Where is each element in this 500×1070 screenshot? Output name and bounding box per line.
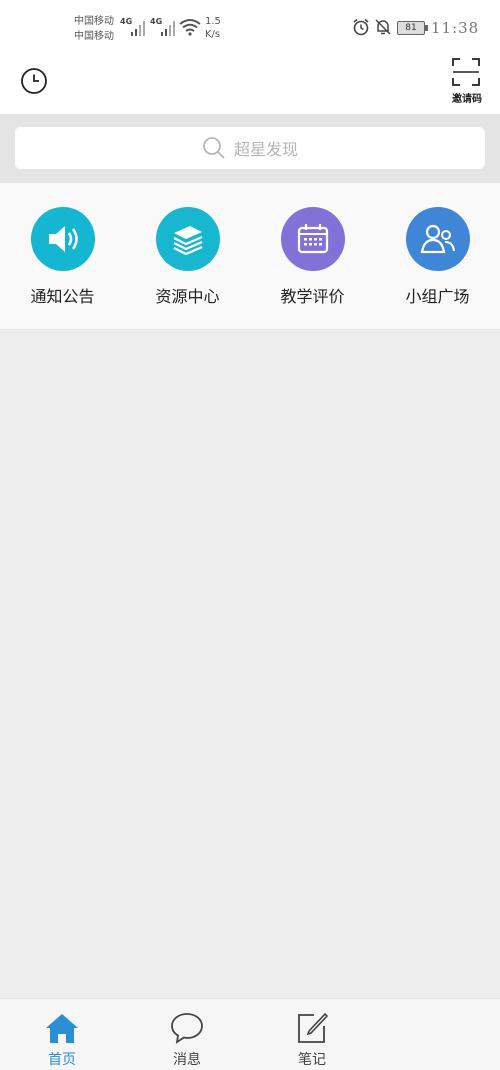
search-placeholder: 超星发现 xyxy=(233,140,298,159)
tab-messages[interactable]: 消息 xyxy=(147,999,227,1070)
grid-label-group: 小组广场 xyxy=(405,287,470,306)
tab-label-messages: 消息 xyxy=(173,1052,201,1068)
speed-value: 1.5 xyxy=(205,16,221,27)
signal-bars-icon xyxy=(131,21,145,36)
notice-icon-circle xyxy=(30,207,95,271)
speaker-icon xyxy=(48,226,78,252)
search-section: 超星发现 xyxy=(0,114,500,182)
tab-home[interactable]: 首页 xyxy=(22,999,102,1070)
calendar-icon xyxy=(297,224,328,254)
alarm-clock-icon xyxy=(353,18,369,36)
speed-unit: K/s xyxy=(205,29,221,40)
group-icon xyxy=(420,224,455,254)
grid-label-resources: 资源中心 xyxy=(155,287,220,306)
tab-label-notes: 笔记 xyxy=(298,1052,326,1068)
tab-label-home: 首页 xyxy=(48,1052,76,1068)
carrier-names: 中国移动 中国移动 xyxy=(74,14,114,44)
app-header: 邀请码 xyxy=(0,50,500,114)
clock-icon[interactable] xyxy=(20,67,48,95)
home-icon xyxy=(46,1014,78,1043)
resources-icon-circle xyxy=(155,207,220,271)
scan-icon[interactable] xyxy=(452,58,480,86)
evaluation-icon-circle xyxy=(280,207,345,271)
grid-label-evaluation: 教学评价 xyxy=(280,287,345,306)
carrier-2: 中国移动 xyxy=(74,31,114,42)
grid-label-notice: 通知公告 xyxy=(30,287,95,306)
grid-item-resources[interactable]: 资源中心 xyxy=(125,183,250,329)
search-icon xyxy=(203,137,225,159)
chat-bubble-icon xyxy=(171,1013,203,1044)
battery-indicator: 81 xyxy=(397,21,428,35)
bottom-tab-bar: 首页 消息 笔记 xyxy=(0,998,500,1070)
edit-note-icon xyxy=(298,1012,329,1043)
grid-item-group[interactable]: 小组广场 xyxy=(375,183,500,329)
invite-code-label[interactable]: 邀请码 xyxy=(448,90,486,105)
status-bar: 中国移动 中国移动 4G 4G 1.5 K/s 81 11:38 xyxy=(0,0,500,50)
group-icon-circle xyxy=(405,207,470,271)
grid-item-notice[interactable]: 通知公告 xyxy=(0,183,125,329)
tab-notes[interactable]: 笔记 xyxy=(272,999,352,1070)
status-time: 11:38 xyxy=(431,19,480,37)
books-icon xyxy=(173,226,202,256)
bell-muted-icon xyxy=(375,19,391,35)
carrier-1: 中国移动 xyxy=(74,16,114,27)
network-speed: 1.5 K/s xyxy=(205,15,221,41)
wifi-icon xyxy=(179,19,201,36)
search-input[interactable]: 超星发现 xyxy=(15,127,485,169)
grid-item-evaluation[interactable]: 教学评价 xyxy=(250,183,375,329)
signal-bars-icon xyxy=(161,21,175,36)
feature-grid: 通知公告 资源中心 教学评价 小组广场 xyxy=(0,182,500,330)
